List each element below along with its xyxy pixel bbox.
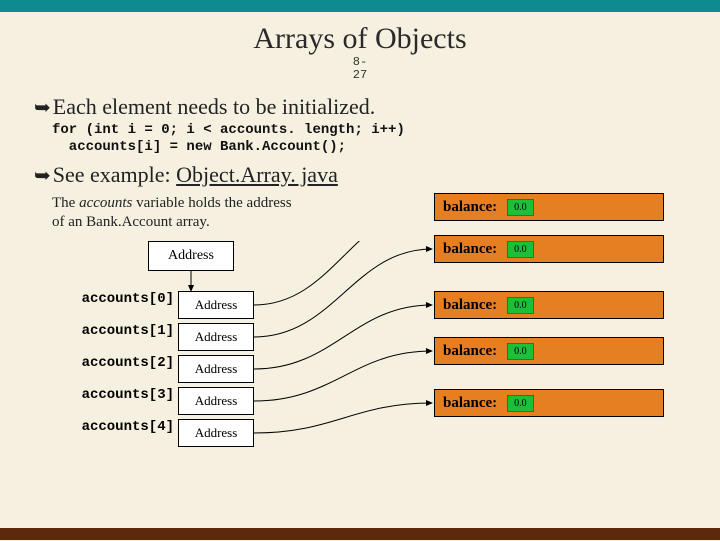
bullet-icon: ➥ bbox=[34, 165, 51, 187]
array-label-2: accounts[2] bbox=[54, 355, 174, 371]
content-area: ➥Each element needs to be initialized. f… bbox=[0, 86, 720, 541]
object-box-4: balance: 0.0 bbox=[434, 389, 664, 417]
array-cell-3: Address bbox=[178, 387, 254, 415]
array-label-4: accounts[4] bbox=[54, 419, 174, 435]
bullet-2-pre: See example: bbox=[53, 162, 176, 187]
bullet-1: ➥Each element needs to be initialized. bbox=[34, 94, 686, 120]
code-line-1: for (int i = 0; i < accounts. length; i+… bbox=[52, 122, 686, 139]
object-box-1: balance: 0.0 bbox=[434, 235, 664, 263]
object-box-2: balance: 0.0 bbox=[434, 291, 664, 319]
array-label-1: accounts[1] bbox=[54, 323, 174, 339]
array-cell-4: Address bbox=[178, 419, 254, 447]
array-cell-0: Address bbox=[178, 291, 254, 319]
variable-address-box: Address bbox=[148, 241, 234, 271]
array-cell-1: Address bbox=[178, 323, 254, 351]
diagram: Address accounts[0] Address accounts[1] … bbox=[34, 241, 686, 541]
bullet-icon: ➥ bbox=[34, 97, 51, 119]
title-area: Arrays of Objects 8- 27 bbox=[0, 12, 720, 86]
bottom-accent-bar bbox=[0, 528, 720, 540]
page-number-bottom: 27 bbox=[0, 69, 720, 82]
array-cell-2: Address bbox=[178, 355, 254, 383]
bullet-2: ➥See example: Object.Array. java bbox=[34, 162, 686, 188]
example-link[interactable]: Object.Array. java bbox=[176, 162, 338, 187]
object-box-3: balance: 0.0 bbox=[434, 337, 664, 365]
code-line-2: accounts[i] = new Bank.Account(); bbox=[52, 139, 686, 156]
object-box-0: balance: 0.0 bbox=[434, 193, 664, 221]
top-accent-bar bbox=[0, 0, 720, 12]
bullet-1-text: Each element needs to be initialized. bbox=[53, 94, 376, 119]
array-label-0: accounts[0] bbox=[54, 291, 174, 307]
slide-title: Arrays of Objects bbox=[0, 22, 720, 56]
code-block: for (int i = 0; i < accounts. length; i+… bbox=[52, 122, 686, 156]
array-label-3: accounts[3] bbox=[54, 387, 174, 403]
